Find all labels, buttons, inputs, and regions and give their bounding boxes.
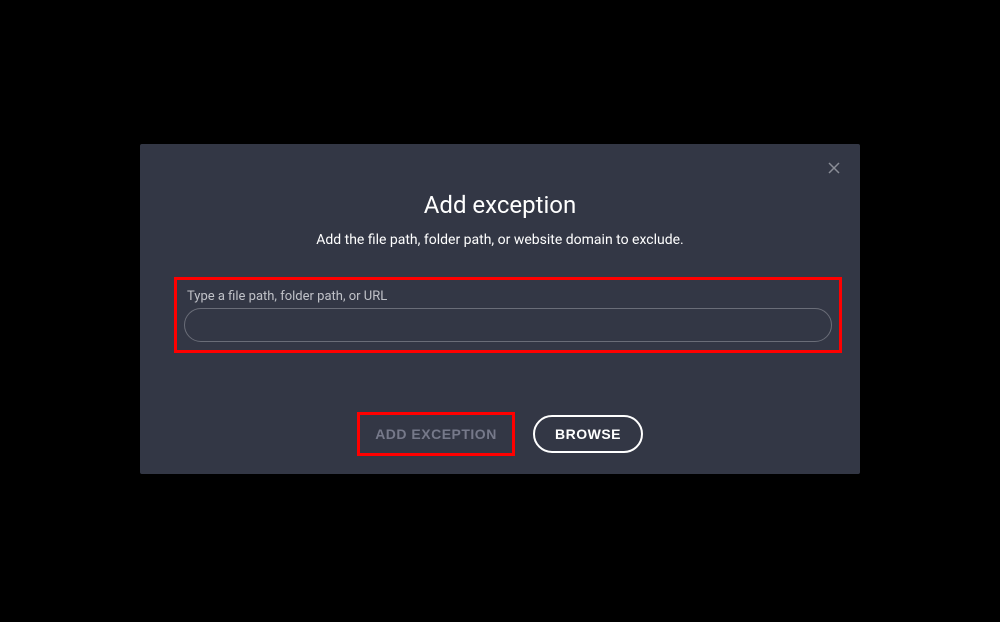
browse-button[interactable]: BROWSE [533, 415, 643, 453]
input-label: Type a file path, folder path, or URL [187, 289, 839, 304]
close-button[interactable] [826, 160, 842, 176]
add-exception-button[interactable]: ADD EXCEPTION [360, 415, 512, 453]
close-icon [828, 162, 840, 174]
input-highlight-box: Type a file path, folder path, or URL [174, 277, 842, 353]
dialog-title: Add exception [140, 191, 860, 219]
add-exception-dialog: Add exception Add the file path, folder … [140, 144, 860, 474]
dialog-subtitle: Add the file path, folder path, or websi… [140, 232, 860, 248]
path-input[interactable] [184, 308, 832, 342]
button-row: ADD EXCEPTION BROWSE [140, 412, 860, 456]
add-exception-highlight-box: ADD EXCEPTION [357, 412, 515, 456]
